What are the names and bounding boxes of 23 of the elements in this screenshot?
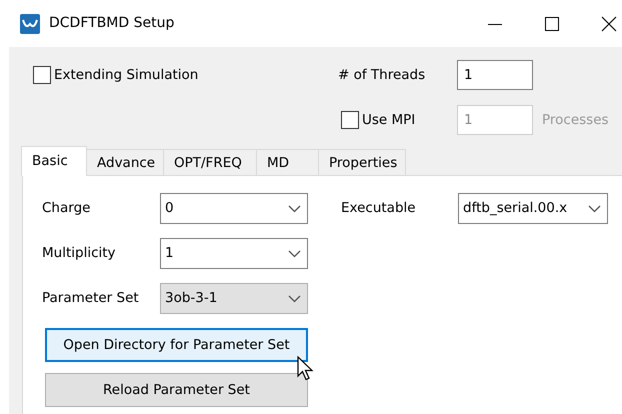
- field-label: Parameter Set: [42, 289, 140, 308]
- checkbox[interactable]: [341, 111, 359, 129]
- window-title: DCDFTBMD Setup: [49, 14, 174, 33]
- dropdown[interactable]: 0: [160, 193, 308, 224]
- field-label: Charge: [42, 199, 92, 218]
- app-logo-icon: [20, 14, 40, 34]
- dropdown[interactable]: 1: [160, 238, 308, 269]
- maximize-icon[interactable]: [544, 16, 560, 32]
- field-label: Processes: [542, 110, 609, 130]
- dropdown[interactable]: dftb_serial.00.x: [458, 193, 608, 224]
- checkbox-label: Extending Simulation: [54, 66, 198, 85]
- close-icon[interactable]: [601, 16, 617, 32]
- mouse-cursor-icon: [297, 356, 315, 382]
- checkbox-label: Use MPI: [362, 110, 416, 130]
- field-label: Multiplicity: [42, 244, 117, 264]
- tab[interactable]: Basic: [21, 146, 87, 176]
- tab[interactable]: Properties: [318, 149, 406, 176]
- field-label: Executable: [341, 199, 417, 218]
- button[interactable]: Open Directory for Parameter Set: [45, 328, 308, 362]
- button[interactable]: Reload Parameter Set: [45, 373, 308, 407]
- input-field[interactable]: 1: [457, 60, 533, 90]
- checkbox[interactable]: [33, 66, 51, 84]
- field-label: # of Threads: [338, 66, 426, 85]
